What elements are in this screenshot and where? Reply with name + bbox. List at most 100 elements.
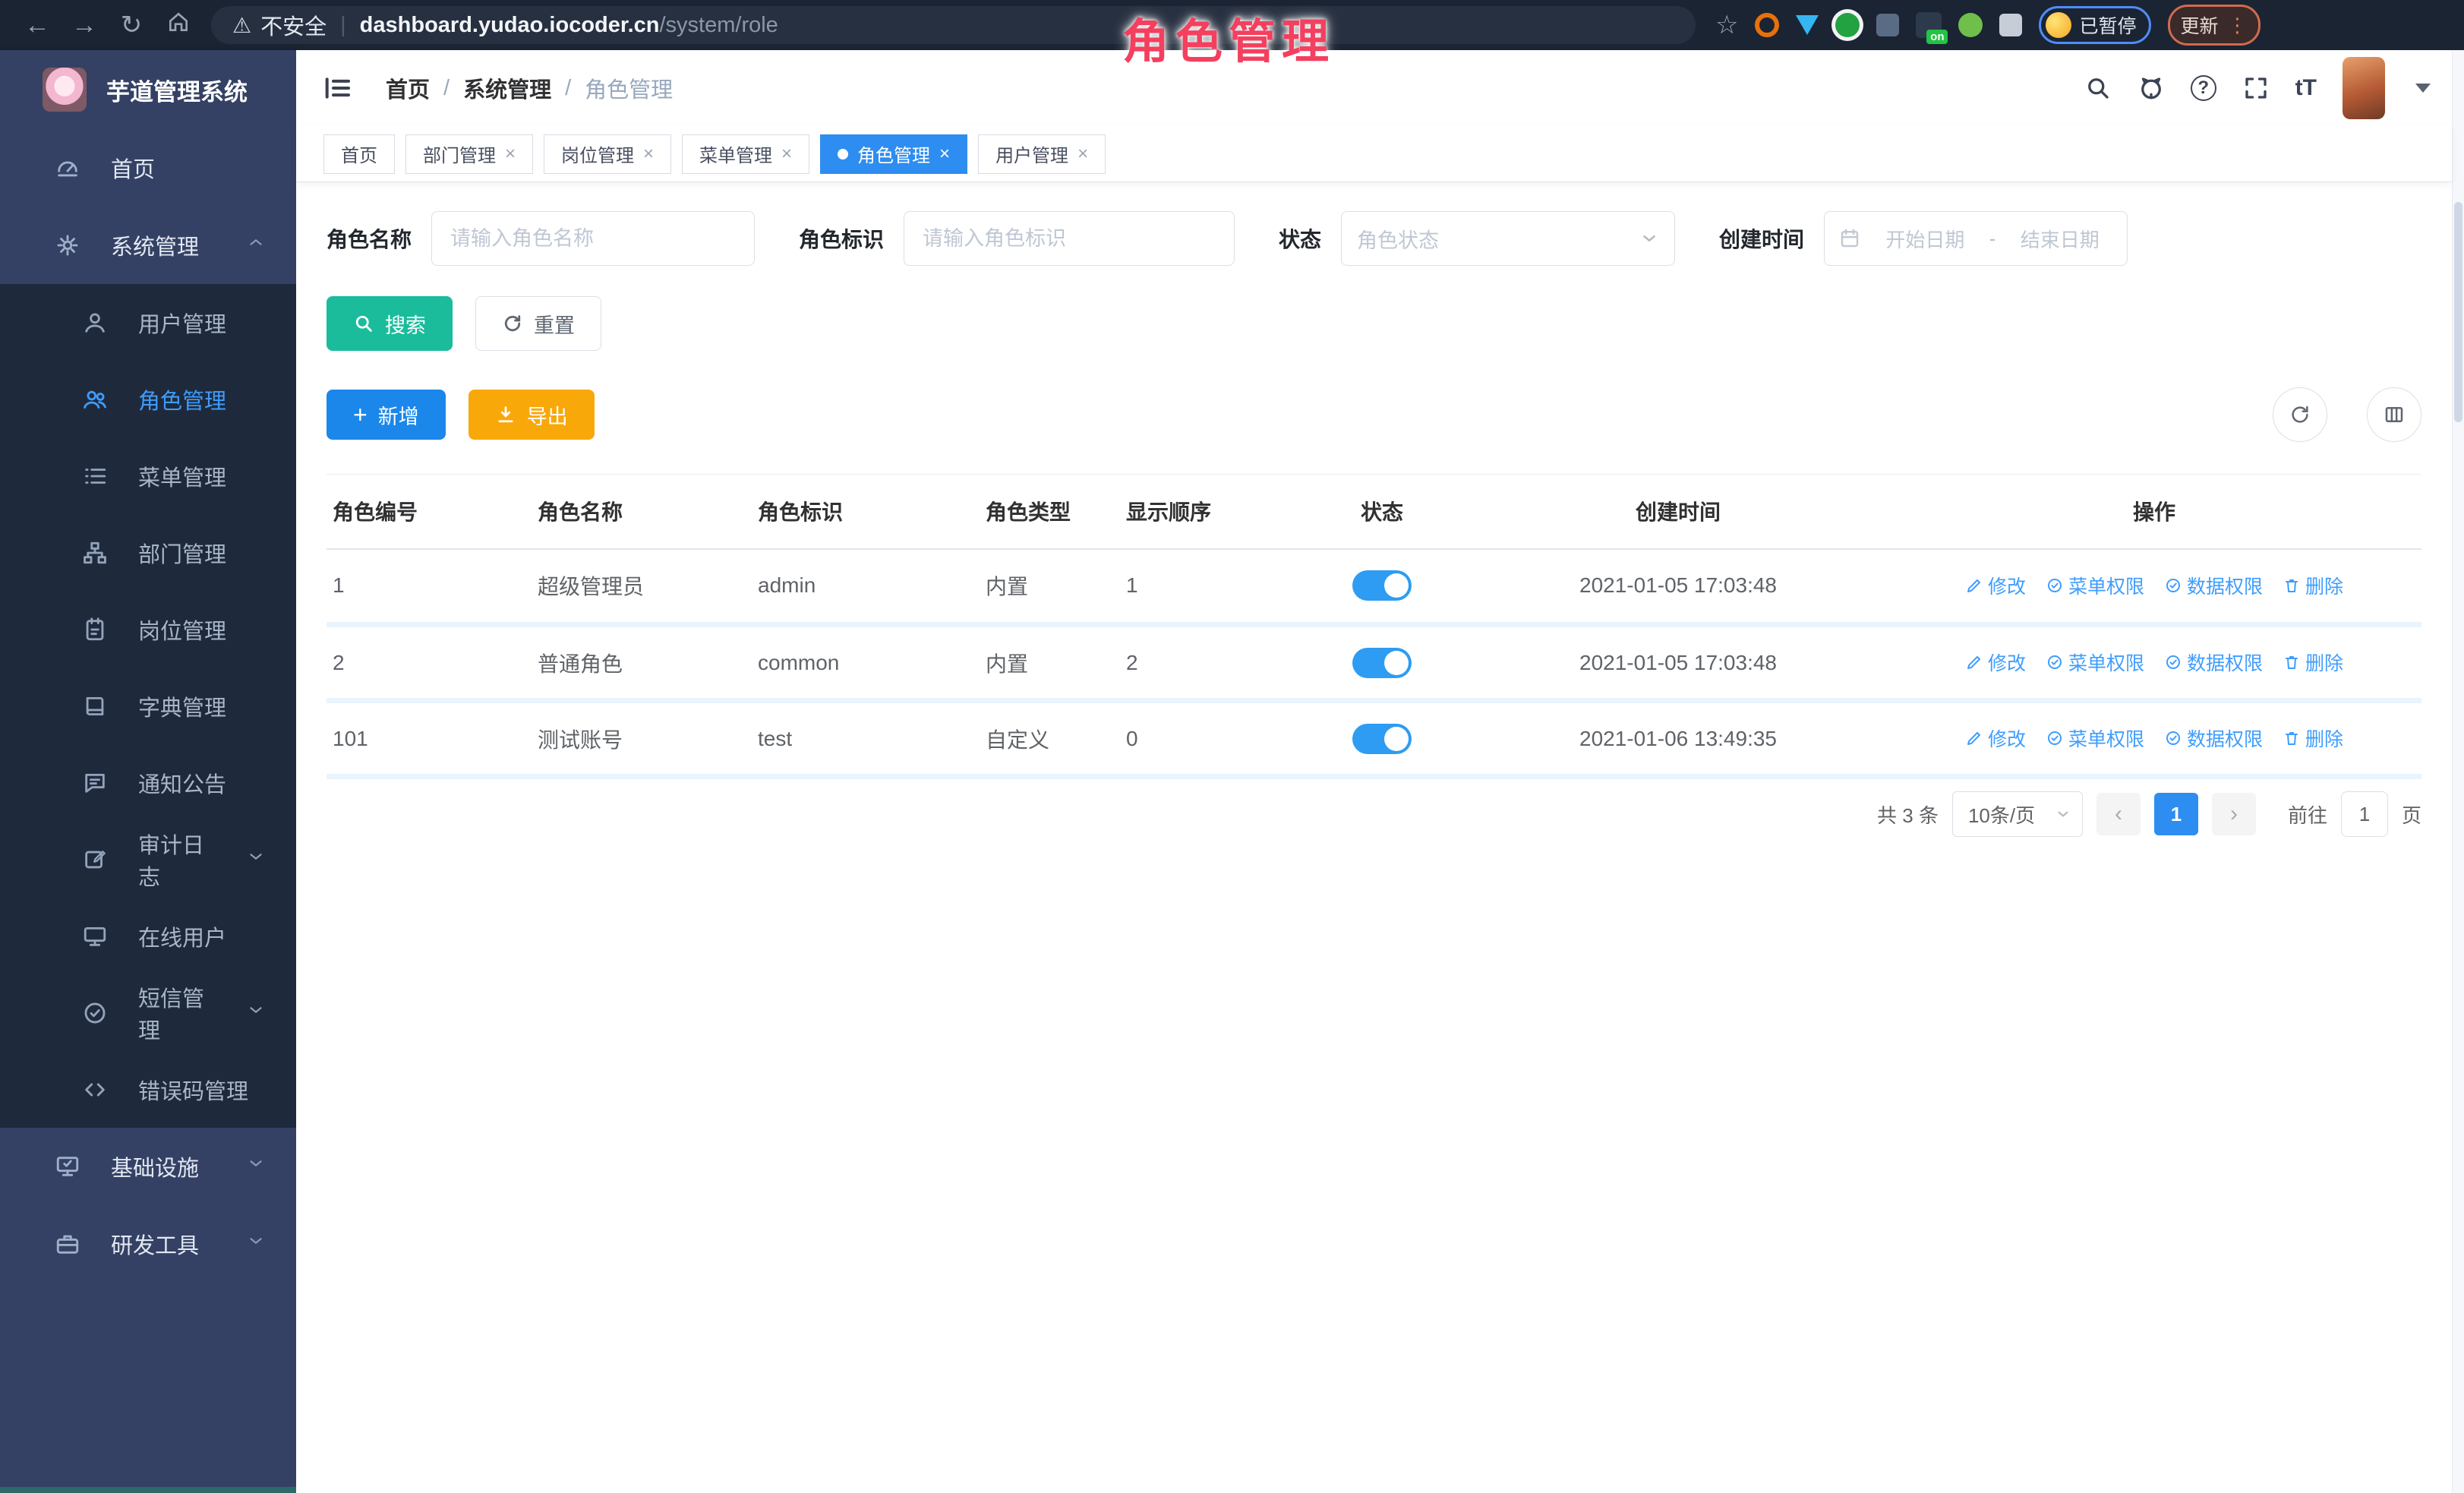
goto-page-input[interactable] [2341,791,2388,837]
extension-icon[interactable] [1796,15,1819,35]
sidebar-item-users[interactable]: 用户管理 [0,284,296,361]
delete-action[interactable]: 删除 [2283,649,2343,676]
extension-icon[interactable] [1958,13,1983,37]
extensions-puzzle-icon[interactable] [1999,14,2022,36]
sidebar-item-label: 角色管理 [138,384,266,415]
menu-permission-action[interactable]: 菜单权限 [2046,649,2144,676]
chrome-menu-icon[interactable]: ⋮ [2228,14,2248,37]
role-key-input[interactable] [904,211,1235,266]
table-row: 2 普通角色 common 内置 2 2021-01-05 17:03:48 修… [327,625,2421,701]
close-icon[interactable]: × [643,144,654,165]
id-badge-icon [82,617,108,642]
export-button[interactable]: 导出 [469,390,595,440]
sidebar-item-roles[interactable]: 角色管理 [0,361,296,437]
address-bar[interactable]: ⚠ 不安全 | dashboard.yudao.iocoder.cn/syste… [211,6,1696,44]
sitemap-icon [82,540,108,566]
add-button[interactable]: + 新增 [327,390,446,440]
sidebar-item-dictionary[interactable]: 字典管理 [0,668,296,744]
scrollbar-thumb[interactable] [2454,202,2462,422]
sidebar-item-label: 首页 [111,152,266,184]
page-number-button[interactable]: 1 [2154,793,2198,835]
tab-roles[interactable]: 角色管理 × [820,134,967,174]
date-range-picker[interactable]: 开始日期 - 结束日期 [1824,211,2128,266]
tab-menus[interactable]: 菜单管理 × [682,134,809,174]
users-group-icon [82,387,108,412]
close-icon[interactable]: × [939,144,950,165]
app-logo[interactable]: 芋道管理系统 [0,50,296,129]
sidebar-item-dev-tools[interactable]: 研发工具 [0,1205,296,1283]
delete-action[interactable]: 删除 [2283,724,2343,752]
sidebar-item-notices[interactable]: 通知公告 [0,744,296,821]
sidebar-item-online-users[interactable]: 在线用户 [0,898,296,974]
extension-icon[interactable] [1755,13,1779,37]
close-icon[interactable]: × [781,144,792,165]
edit-note-icon [82,847,108,873]
create-time-label: 创建时间 [1719,223,1804,254]
table-header-row: 角色编号 角色名称 角色标识 角色类型 显示顺序 状态 创建时间 操作 [327,475,2421,549]
bookmark-star-icon[interactable]: ☆ [1715,10,1738,40]
chrome-update-button[interactable]: 更新 ⋮ [2168,5,2261,46]
col-role-key: 角色标识 [752,475,980,549]
avatar-caret-icon[interactable] [2415,84,2431,93]
refresh-table-button[interactable] [2273,387,2327,442]
status-toggle[interactable] [1352,724,1412,754]
edit-action[interactable]: 修改 [1965,724,2026,752]
fullscreen-icon[interactable] [2242,74,2270,102]
column-settings-button[interactable] [2367,387,2421,442]
browser-reload-icon[interactable]: ↻ [108,10,155,40]
edit-action[interactable]: 修改 [1965,572,2026,599]
github-icon[interactable] [2137,74,2165,102]
cell-role-type: 内置 [980,625,1120,701]
font-size-icon[interactable]: tT [2295,75,2317,101]
data-permission-action[interactable]: 数据权限 [2164,649,2263,676]
breadcrumb-item-system[interactable]: 系统管理 [463,72,551,104]
sidebar-item-audit-logs[interactable]: 审计日志 [0,821,296,898]
profile-paused-chip[interactable]: 已暂停 [2039,6,2150,44]
reset-button[interactable]: 重置 [475,296,601,351]
browser-forward-icon[interactable]: → [61,11,108,40]
sidebar-item-system[interactable]: 系统管理 [0,207,296,284]
tab-departments[interactable]: 部门管理 × [405,134,533,174]
search-icon[interactable] [2084,74,2112,102]
breadcrumb-item-home[interactable]: 首页 [386,72,430,104]
status-toggle[interactable] [1352,648,1412,678]
extension-icon[interactable] [1835,13,1860,37]
status-select[interactable]: 角色状态 [1341,211,1675,266]
tab-home[interactable]: 首页 [323,134,395,174]
sidebar-item-sms[interactable]: 短信管理 [0,974,296,1051]
menu-permission-action[interactable]: 菜单权限 [2046,572,2144,599]
role-key-label: 角色标识 [799,223,884,254]
help-icon[interactable]: ? [2191,75,2216,101]
delete-action[interactable]: 删除 [2283,572,2343,599]
data-permission-action[interactable]: 数据权限 [2164,572,2263,599]
sidebar-item-error-codes[interactable]: 错误码管理 [0,1051,296,1128]
prev-page-button[interactable]: ‹ [2096,793,2141,835]
page-scrollbar[interactable] [2452,50,2464,1493]
browser-home-icon[interactable] [155,10,202,41]
tab-posts[interactable]: 岗位管理 × [544,134,671,174]
sidebar-item-posts[interactable]: 岗位管理 [0,591,296,668]
extension-icon[interactable] [1876,14,1899,36]
sidebar-item-departments[interactable]: 部门管理 [0,514,296,591]
sidebar-item-home[interactable]: 首页 [0,129,296,207]
close-icon[interactable]: × [505,144,516,165]
sidebar-item-menus[interactable]: 菜单管理 [0,437,296,514]
page-size-select[interactable]: 10条/页 [1952,791,2083,837]
extension-icon[interactable]: on [1916,12,1942,38]
sidebar-item-label: 字典管理 [138,690,266,722]
menu-permission-action[interactable]: 菜单权限 [2046,724,2144,752]
tab-users[interactable]: 用户管理 × [978,134,1106,174]
hamburger-icon[interactable] [322,73,352,103]
next-page-button[interactable]: › [2212,793,2256,835]
data-permission-action[interactable]: 数据权限 [2164,724,2263,752]
user-avatar[interactable] [2343,57,2385,119]
search-button[interactable]: 搜索 [327,296,453,351]
status-toggle[interactable] [1352,570,1412,601]
edit-action[interactable]: 修改 [1965,649,2026,676]
close-icon[interactable]: × [1077,144,1088,165]
browser-back-icon[interactable]: ← [14,11,61,40]
sidebar-item-infrastructure[interactable]: 基础设施 [0,1128,296,1205]
sidebar: 芋道管理系统 首页 系统管理 用户管理 角色管理 菜单管理 [0,50,296,1493]
extension-on-badge: on [1926,30,1948,44]
role-name-input[interactable] [431,211,755,266]
